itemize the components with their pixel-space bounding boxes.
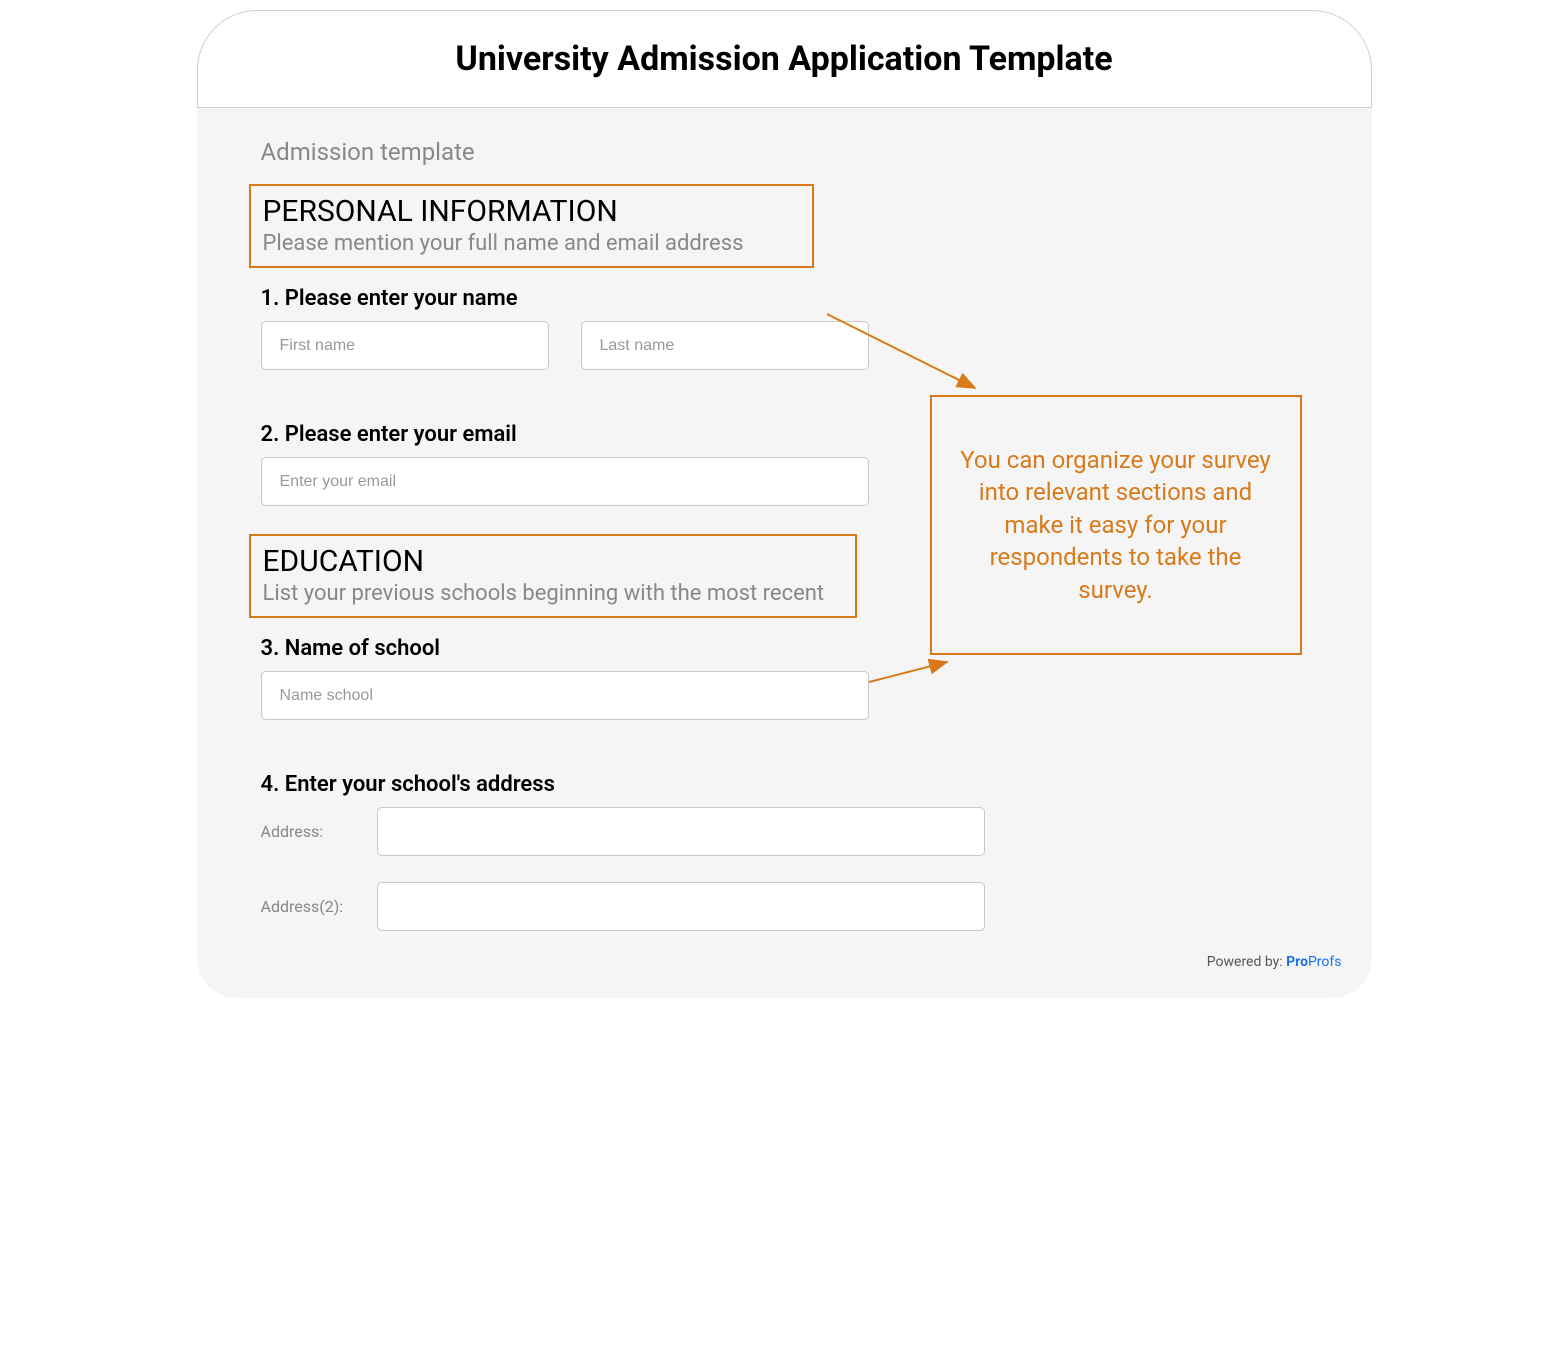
page-container: University Admission Application Templat… xyxy=(197,10,1372,998)
address-1-input[interactable] xyxy=(377,807,985,856)
arrow-icon-2 xyxy=(867,656,957,686)
question-1-inputs xyxy=(261,321,1320,370)
section-desc-personal: Please mention your full name and email … xyxy=(263,231,800,256)
section-title-education: EDUCATION xyxy=(263,544,843,579)
powered-by: Powered by: ProProfs xyxy=(1207,954,1342,970)
address-2-label: Address(2): xyxy=(261,897,377,916)
address-row-1: Address: xyxy=(261,807,1320,856)
brand-pro: Pro xyxy=(1286,954,1308,970)
address-2-input[interactable] xyxy=(377,882,985,931)
section-personal-info: PERSONAL INFORMATION Please mention your… xyxy=(249,184,814,268)
callout-box: You can organize your survey into releva… xyxy=(930,395,1302,655)
section-desc-education: List your previous schools beginning wit… xyxy=(263,581,843,606)
body-card: Admission template PERSONAL INFORMATION … xyxy=(197,108,1372,998)
callout-text: You can organize your survey into releva… xyxy=(956,444,1276,606)
question-1-label: 1. Please enter your name xyxy=(261,286,1320,311)
question-3-inputs xyxy=(261,671,1320,720)
question-4-label: 4. Enter your school's address xyxy=(261,772,1320,797)
brand-profs: Profs xyxy=(1308,954,1342,970)
header-card: University Admission Application Templat… xyxy=(197,10,1372,108)
page-title: University Admission Application Templat… xyxy=(218,39,1351,79)
section-education: EDUCATION List your previous schools beg… xyxy=(249,534,857,618)
school-name-input[interactable] xyxy=(261,671,869,720)
email-input[interactable] xyxy=(261,457,869,506)
section-title-personal: PERSONAL INFORMATION xyxy=(263,194,800,229)
address-1-label: Address: xyxy=(261,822,377,841)
address-row-2: Address(2): xyxy=(261,882,1320,931)
first-name-input[interactable] xyxy=(261,321,549,370)
form-subtitle: Admission template xyxy=(261,138,1320,166)
powered-by-label: Powered by: xyxy=(1207,954,1286,970)
arrow-icon-1 xyxy=(825,308,985,398)
